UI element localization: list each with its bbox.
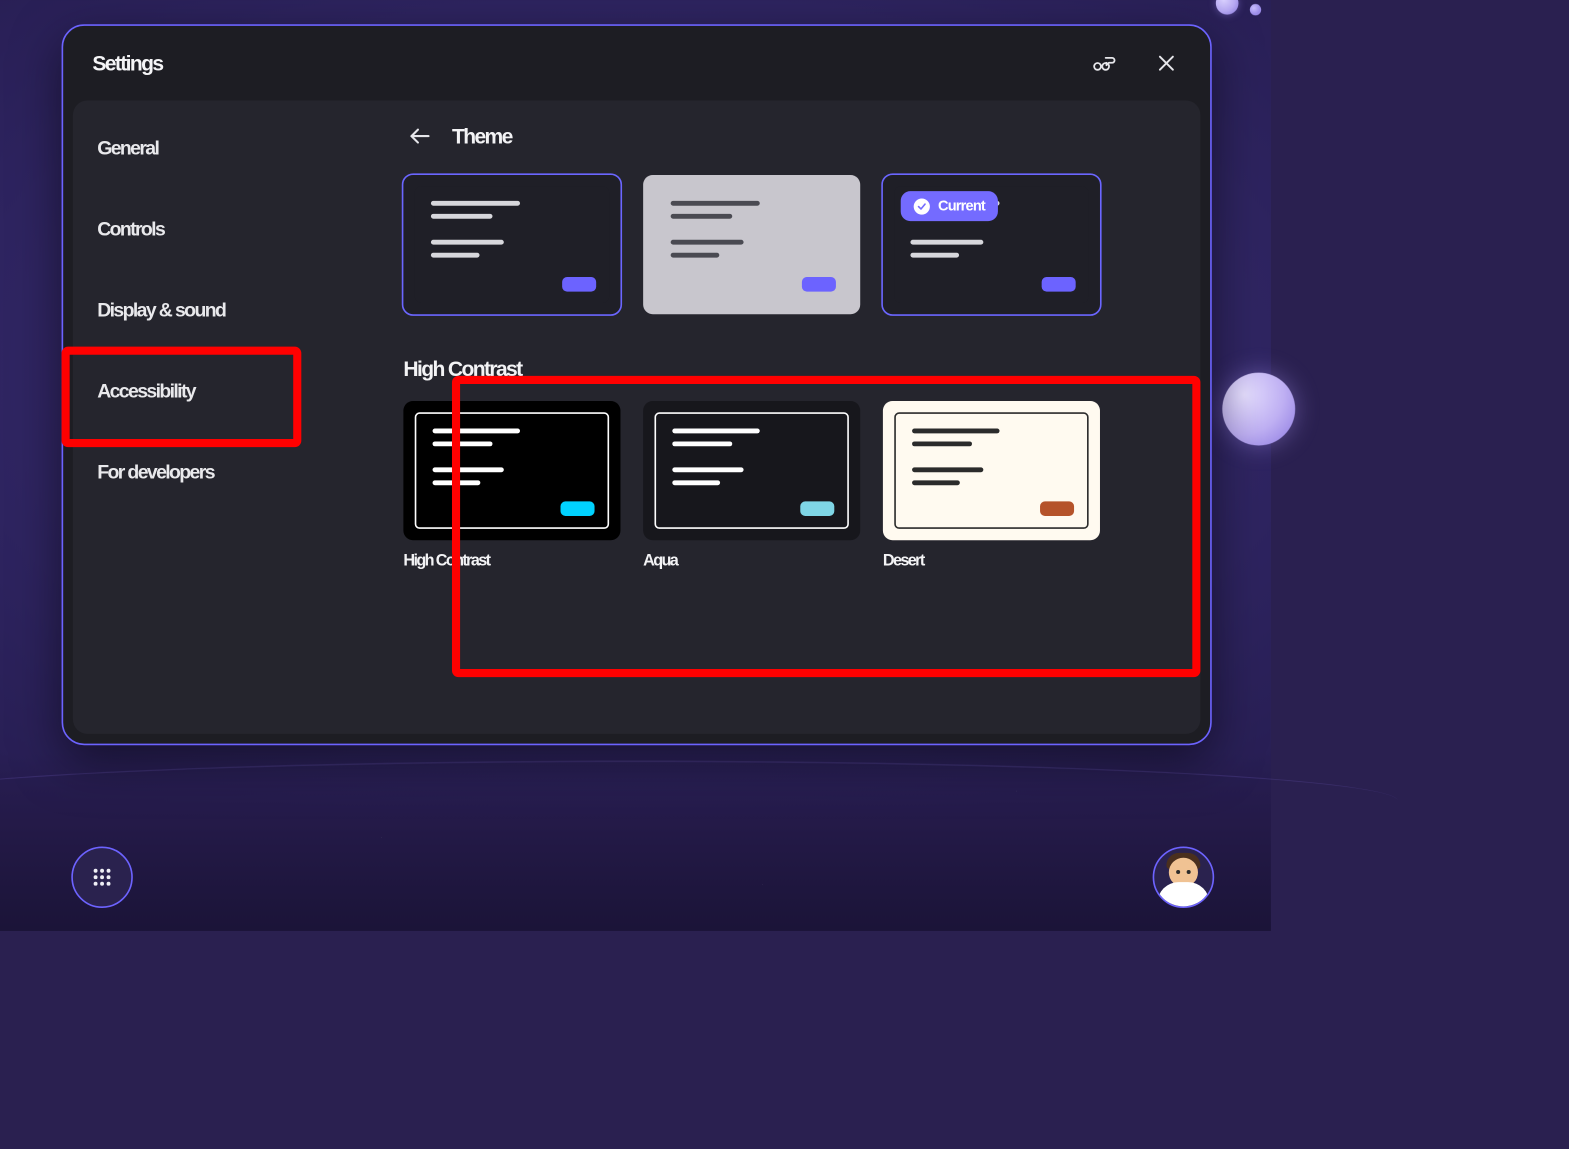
theme-preview-lines [431, 240, 593, 258]
theme-card-current[interactable]: Current [883, 175, 1100, 314]
window-title: Settings [92, 51, 1090, 76]
horizon-decor [0, 752, 1271, 930]
theme-preview-lines [433, 467, 592, 485]
planet-decor [1216, 0, 1239, 15]
theme-card-desert[interactable] [883, 401, 1100, 540]
theme-preview-lines [910, 240, 1072, 258]
theme-preview-lines [671, 201, 833, 219]
apps-grid-icon [91, 866, 114, 889]
arrow-left-icon [408, 126, 431, 145]
theme-accent-swatch [1040, 501, 1074, 516]
theme-accent-swatch [561, 501, 595, 516]
theme-accent-swatch [800, 501, 834, 516]
back-button[interactable] [403, 120, 435, 152]
planet-decor-small [1250, 4, 1261, 15]
theme-accent-swatch [802, 277, 836, 292]
close-button[interactable] [1152, 49, 1181, 78]
theme-row-high-contrast: High Contrast Aqua [397, 401, 1184, 570]
titlebar: Settings [63, 26, 1210, 101]
theme-accent-swatch [562, 277, 596, 292]
theme-preview-lines [672, 467, 831, 485]
content-header: Theme [397, 120, 1184, 152]
current-badge: Current [901, 191, 998, 221]
theme-row-standard: Current [397, 175, 1184, 314]
sidebar: General Controls Display & sound Accessi… [89, 109, 397, 718]
sidebar-item-for-developers[interactable]: For developers [89, 450, 397, 495]
theme-preview-lines [912, 467, 1071, 485]
theme-accent-swatch [1042, 277, 1076, 292]
theme-preview-lines [671, 240, 833, 258]
theme-card-high-contrast[interactable] [403, 401, 620, 540]
theme-card-light[interactable] [643, 175, 860, 314]
theme-label: High Contrast [403, 552, 620, 571]
theme-preview-lines [912, 428, 1071, 446]
content-title: Theme [452, 124, 512, 149]
check-icon [914, 198, 930, 214]
theme-label: Desert [883, 552, 1100, 571]
window-body: General Controls Display & sound Accessi… [73, 100, 1201, 733]
theme-label: Aqua [643, 552, 860, 571]
current-badge-label: Current [938, 198, 985, 215]
sidebar-item-display-sound[interactable]: Display & sound [89, 288, 397, 333]
apps-menu-button[interactable] [71, 846, 133, 908]
theme-card-dark[interactable] [403, 175, 620, 314]
titlebar-actions [1090, 49, 1181, 78]
theme-preview-lines [672, 428, 831, 446]
sidebar-item-controls[interactable]: Controls [89, 207, 397, 252]
sidebar-item-accessibility[interactable]: Accessibility [89, 369, 397, 414]
planet-decor-mid [1222, 373, 1295, 446]
settings-window: Settings General Controls Display & soun… [62, 24, 1212, 745]
close-icon [1157, 53, 1176, 72]
theme-preview-lines [431, 201, 593, 219]
avatar-icon [1157, 882, 1209, 908]
theme-preview-lines [433, 428, 592, 446]
theme-card-aqua[interactable] [643, 401, 860, 540]
sidebar-item-general[interactable]: General [89, 126, 397, 171]
feedback-icon [1092, 51, 1118, 75]
content-panel: Theme [397, 109, 1184, 718]
avatar-button[interactable] [1153, 846, 1215, 908]
high-contrast-title: High Contrast [403, 356, 1184, 381]
feedback-button[interactable] [1090, 49, 1119, 78]
